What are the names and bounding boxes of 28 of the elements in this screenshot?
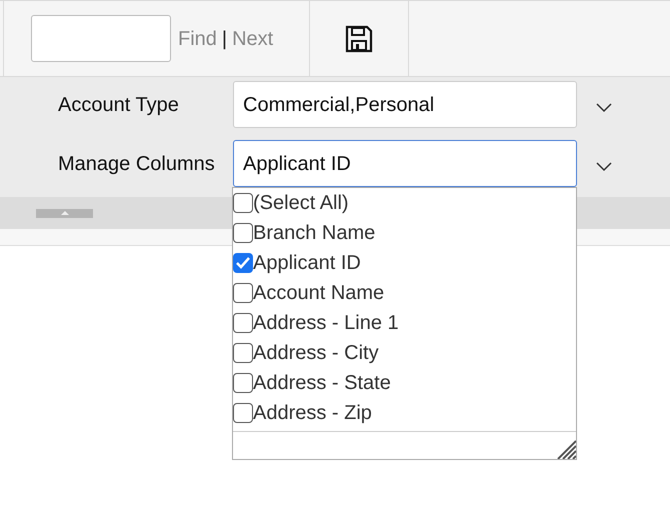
chevron-down-icon[interactable]: [596, 162, 612, 172]
link-separator: |: [222, 26, 228, 52]
field-label: Manage Columns: [58, 152, 216, 176]
caret-up-icon: [60, 211, 68, 215]
column-option[interactable]: Account Name: [233, 278, 576, 308]
checkbox[interactable]: [233, 253, 253, 273]
column-option[interactable]: Address - State: [233, 368, 576, 398]
column-option[interactable]: (Select All): [233, 188, 576, 218]
checkbox[interactable]: [233, 373, 253, 393]
column-option[interactable]: Address - City: [233, 338, 576, 368]
select-field[interactable]: Applicant ID: [233, 140, 577, 187]
checkbox[interactable]: [233, 343, 253, 363]
column-option[interactable]: Address - Zip: [233, 398, 576, 428]
field-label: Account Type: [58, 92, 180, 118]
checkbox[interactable]: [233, 193, 253, 213]
checkbox[interactable]: [233, 283, 253, 303]
checkbox[interactable]: [233, 403, 253, 423]
checkbox[interactable]: [233, 313, 253, 333]
column-option[interactable]: Applicant ID: [233, 248, 576, 278]
column-option[interactable]: Address - Line 1: [233, 308, 576, 338]
save-icon[interactable]: [345, 24, 373, 52]
collapse-handle[interactable]: [36, 208, 93, 218]
search-field[interactable]: [31, 15, 171, 62]
check-icon: [236, 257, 250, 269]
checkbox[interactable]: [233, 223, 253, 243]
select-field[interactable]: Commercial,Personal: [233, 81, 577, 128]
column-option[interactable]: Branch Name: [233, 218, 576, 248]
chevron-down-icon[interactable]: [596, 102, 612, 112]
